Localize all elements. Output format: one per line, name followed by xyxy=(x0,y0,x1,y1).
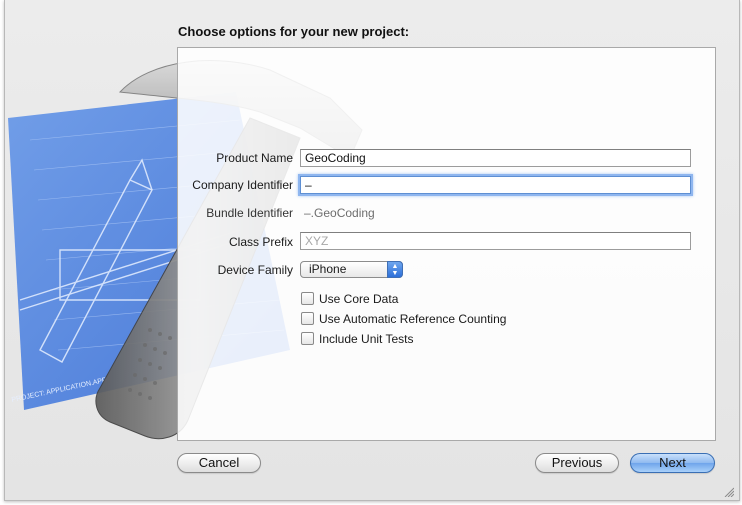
device-family-select[interactable]: iPhone ▲ ▼ xyxy=(300,261,403,278)
class-prefix-label: Class Prefix xyxy=(228,235,293,249)
bundle-identifier-label: Bundle Identifier xyxy=(206,206,293,220)
product-name-value: GeoCoding xyxy=(305,151,366,165)
checkbox-box[interactable] xyxy=(301,292,314,305)
previous-button[interactable]: Previous xyxy=(535,453,619,473)
checkbox-box[interactable] xyxy=(301,312,314,325)
device-family-value: iPhone xyxy=(309,262,347,276)
use-core-data-label: Use Core Data xyxy=(319,292,399,306)
resize-grip-icon[interactable] xyxy=(724,487,734,497)
checkbox-box[interactable] xyxy=(301,332,314,345)
bundle-identifier-value: –.GeoCoding xyxy=(304,206,375,220)
device-family-label: Device Family xyxy=(217,263,293,277)
use-core-data-checkbox[interactable]: Use Core Data xyxy=(301,292,398,306)
company-identifier-field[interactable]: – xyxy=(300,176,691,194)
use-arc-label: Use Automatic Reference Counting xyxy=(319,312,507,326)
dialog-heading: Choose options for your new project: xyxy=(178,24,410,39)
up-down-arrows-icon: ▲ ▼ xyxy=(387,261,403,278)
class-prefix-placeholder: XYZ xyxy=(305,234,329,248)
class-prefix-field[interactable]: XYZ xyxy=(300,232,691,250)
cancel-button[interactable]: Cancel xyxy=(177,453,261,473)
next-button[interactable]: Next xyxy=(630,453,715,473)
product-name-label: Product Name xyxy=(216,151,293,165)
product-name-field[interactable]: GeoCoding xyxy=(300,149,691,167)
include-unit-tests-label: Include Unit Tests xyxy=(319,332,414,346)
use-arc-checkbox[interactable]: Use Automatic Reference Counting xyxy=(301,312,506,326)
company-identifier-value: – xyxy=(305,178,312,192)
include-unit-tests-checkbox[interactable]: Include Unit Tests xyxy=(301,332,414,346)
company-identifier-label: Company Identifier xyxy=(192,178,293,192)
